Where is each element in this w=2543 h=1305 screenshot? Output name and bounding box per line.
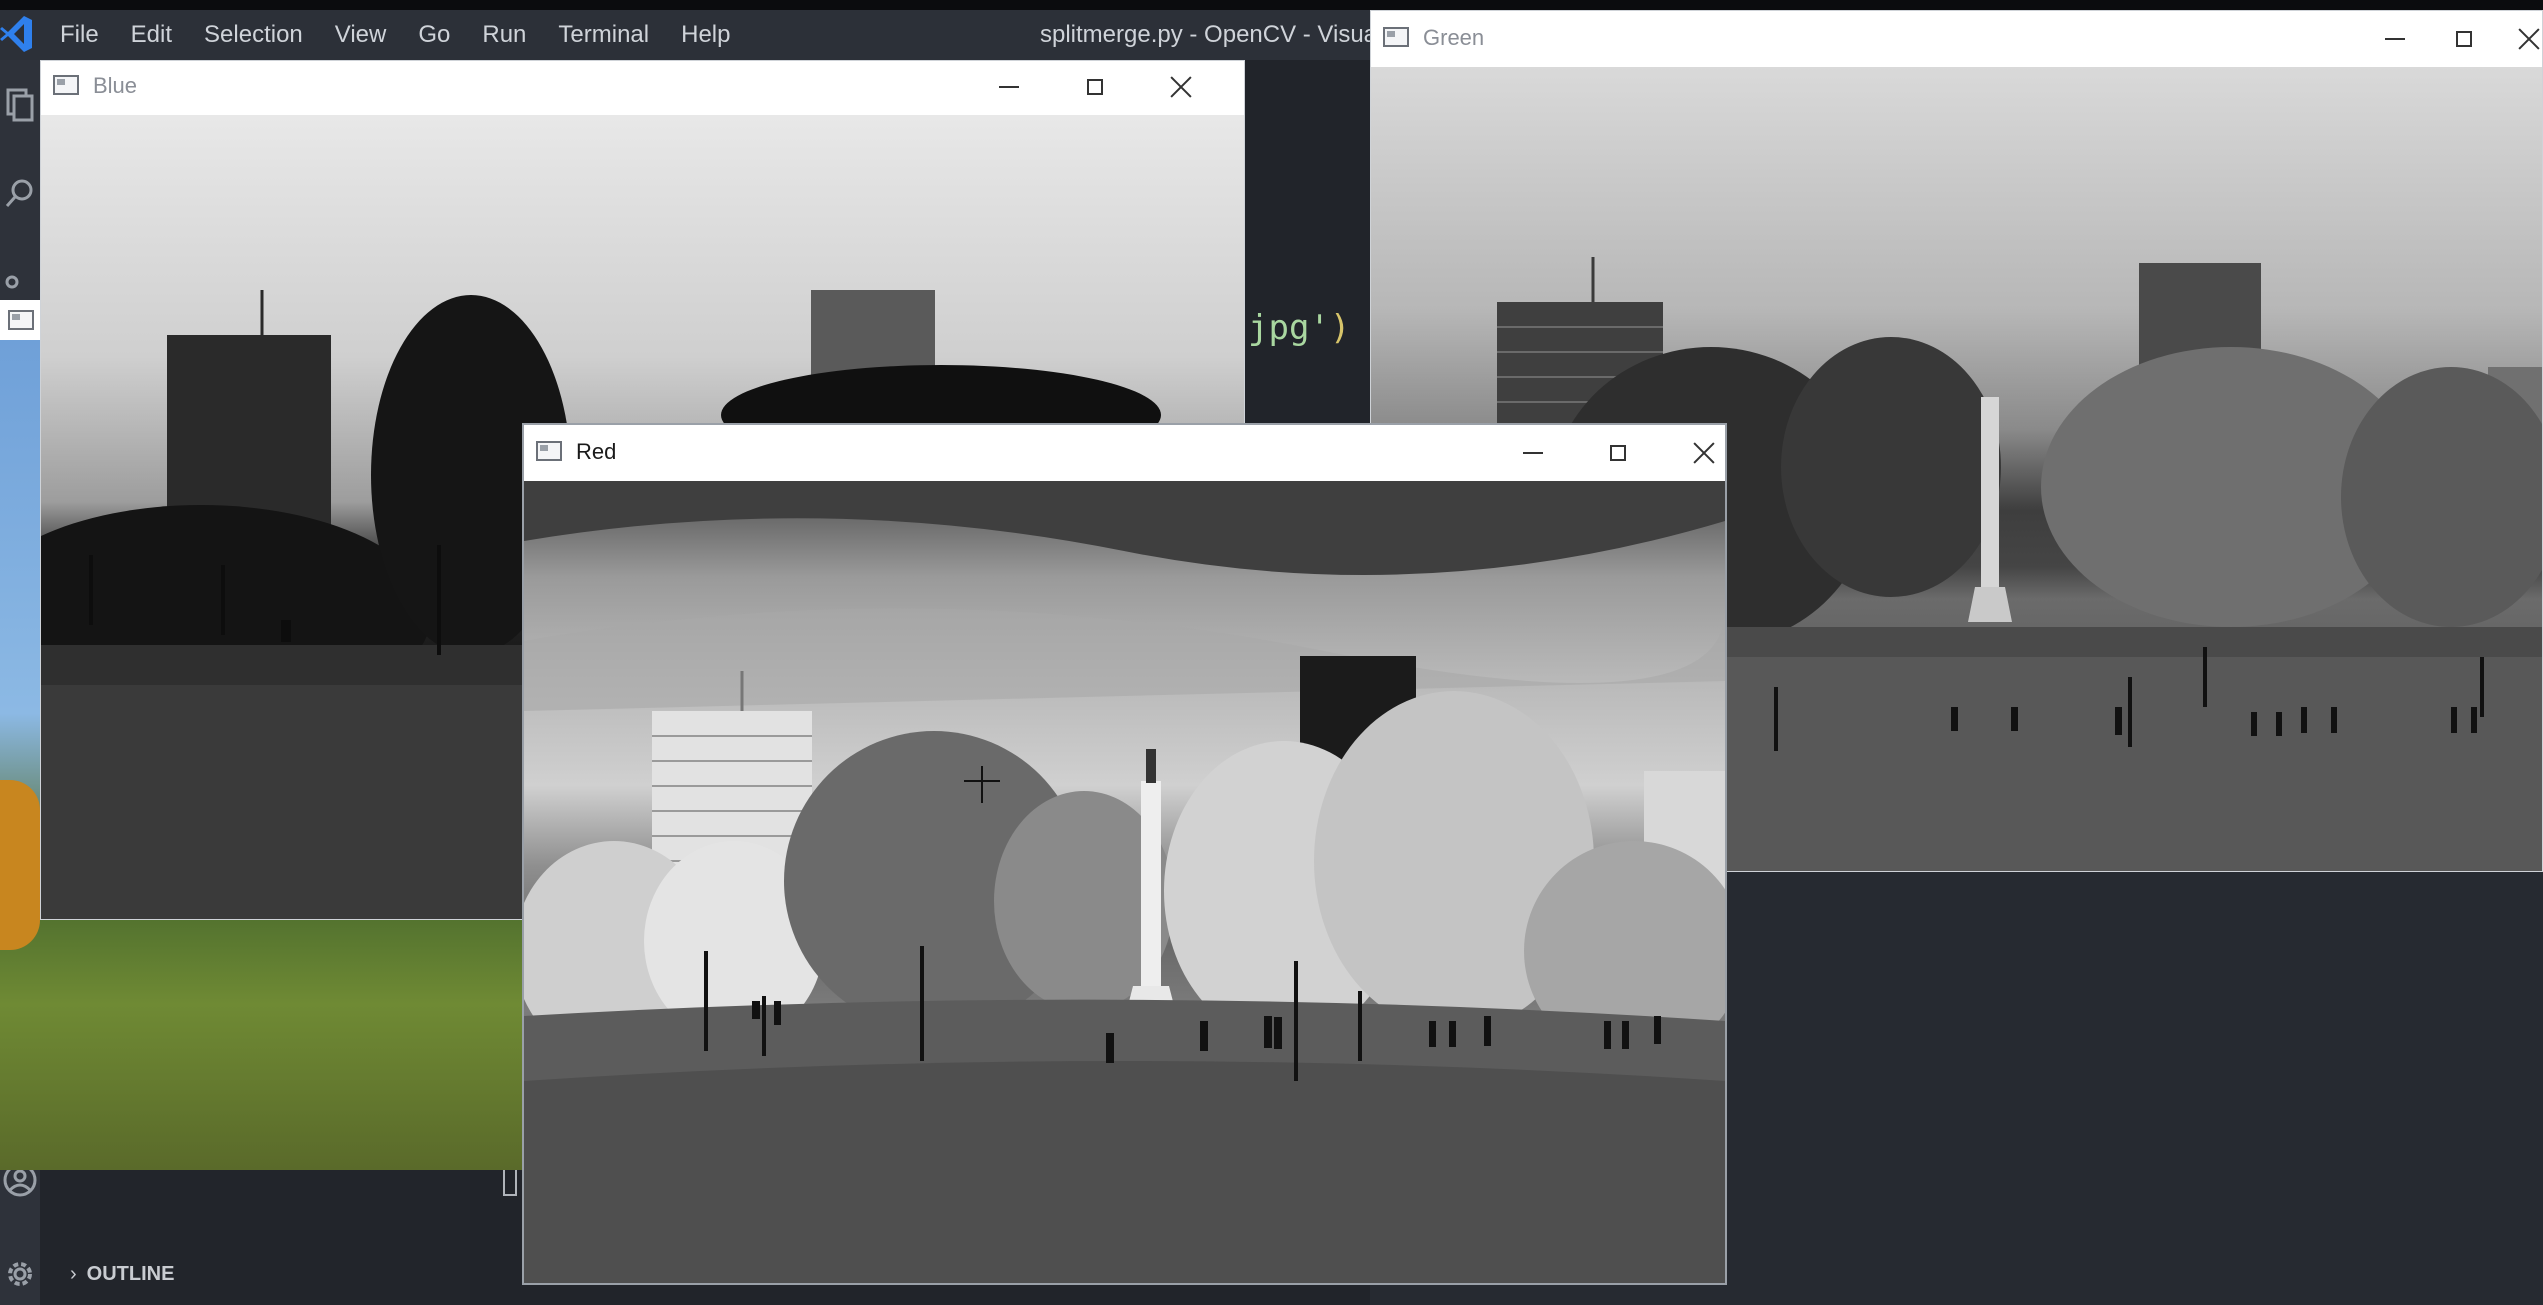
code-paren: ) bbox=[1329, 308, 1351, 348]
menu-list: File Edit Selection View Go Run Terminal… bbox=[60, 10, 762, 60]
menu-go[interactable]: Go bbox=[418, 21, 450, 49]
green-window-title: Green bbox=[1423, 25, 1485, 50]
code-fragment: jpg' bbox=[1248, 308, 1330, 348]
window-app-icon bbox=[1383, 27, 1409, 47]
minimize-button[interactable] bbox=[1513, 433, 1553, 473]
red-channel-image bbox=[524, 481, 1725, 1283]
close-button[interactable] bbox=[2509, 19, 2542, 59]
autumn-tree bbox=[0, 780, 40, 950]
chevron-right-icon: › bbox=[70, 1262, 77, 1285]
menu-help[interactable]: Help bbox=[681, 21, 730, 49]
editor-cursor bbox=[503, 1168, 517, 1196]
maximize-icon bbox=[2456, 31, 2472, 47]
window-app-icon bbox=[53, 75, 79, 95]
maximize-button[interactable] bbox=[2444, 19, 2484, 59]
explorer-icon[interactable] bbox=[4, 88, 36, 124]
search-icon[interactable] bbox=[4, 178, 36, 214]
menu-view[interactable]: View bbox=[335, 21, 387, 49]
close-icon bbox=[1169, 75, 1193, 99]
source-control-icon[interactable] bbox=[4, 274, 36, 294]
menu-edit[interactable]: Edit bbox=[131, 21, 172, 49]
close-button[interactable] bbox=[1684, 433, 1724, 473]
menu-file[interactable]: File bbox=[60, 21, 99, 49]
red-window-titlebar[interactable]: Red bbox=[524, 425, 1725, 481]
red-scene bbox=[524, 481, 1725, 1283]
minimize-icon bbox=[2385, 38, 2405, 40]
gear-icon[interactable] bbox=[2, 1256, 38, 1292]
red-window-title: Red bbox=[576, 439, 617, 464]
menu-terminal[interactable]: Terminal bbox=[558, 21, 649, 49]
minimize-button[interactable] bbox=[2375, 19, 2415, 59]
minimize-icon bbox=[999, 86, 1019, 88]
outline-section[interactable]: › OUTLINE bbox=[70, 1256, 470, 1292]
blue-window-titlebar[interactable]: Blue bbox=[41, 61, 1244, 115]
vscode-window-title: splitmerge.py - OpenCV - Visual bbox=[1040, 21, 1370, 48]
minimize-button[interactable] bbox=[989, 67, 1029, 107]
menu-run[interactable]: Run bbox=[482, 21, 526, 49]
close-icon bbox=[2517, 27, 2541, 51]
maximize-button[interactable] bbox=[1075, 67, 1115, 107]
close-icon bbox=[1692, 441, 1716, 465]
window-app-icon bbox=[536, 441, 562, 461]
maximize-icon bbox=[1610, 445, 1626, 461]
code-line: jpg') bbox=[1248, 308, 1350, 348]
red-channel-window[interactable]: Red bbox=[522, 423, 1727, 1285]
top-strip bbox=[0, 0, 2543, 10]
maximize-button[interactable] bbox=[1598, 433, 1638, 473]
close-button[interactable] bbox=[1161, 67, 1201, 107]
blue-window-title: Blue bbox=[93, 73, 138, 98]
maximize-icon bbox=[1087, 79, 1103, 95]
window-app-icon bbox=[8, 310, 34, 330]
vscode-logo-icon bbox=[0, 16, 32, 52]
menu-selection[interactable]: Selection bbox=[204, 21, 303, 49]
green-window-titlebar[interactable]: Green bbox=[1371, 11, 2542, 67]
minimize-icon bbox=[1523, 452, 1543, 454]
outline-label: OUTLINE bbox=[86, 1262, 175, 1285]
